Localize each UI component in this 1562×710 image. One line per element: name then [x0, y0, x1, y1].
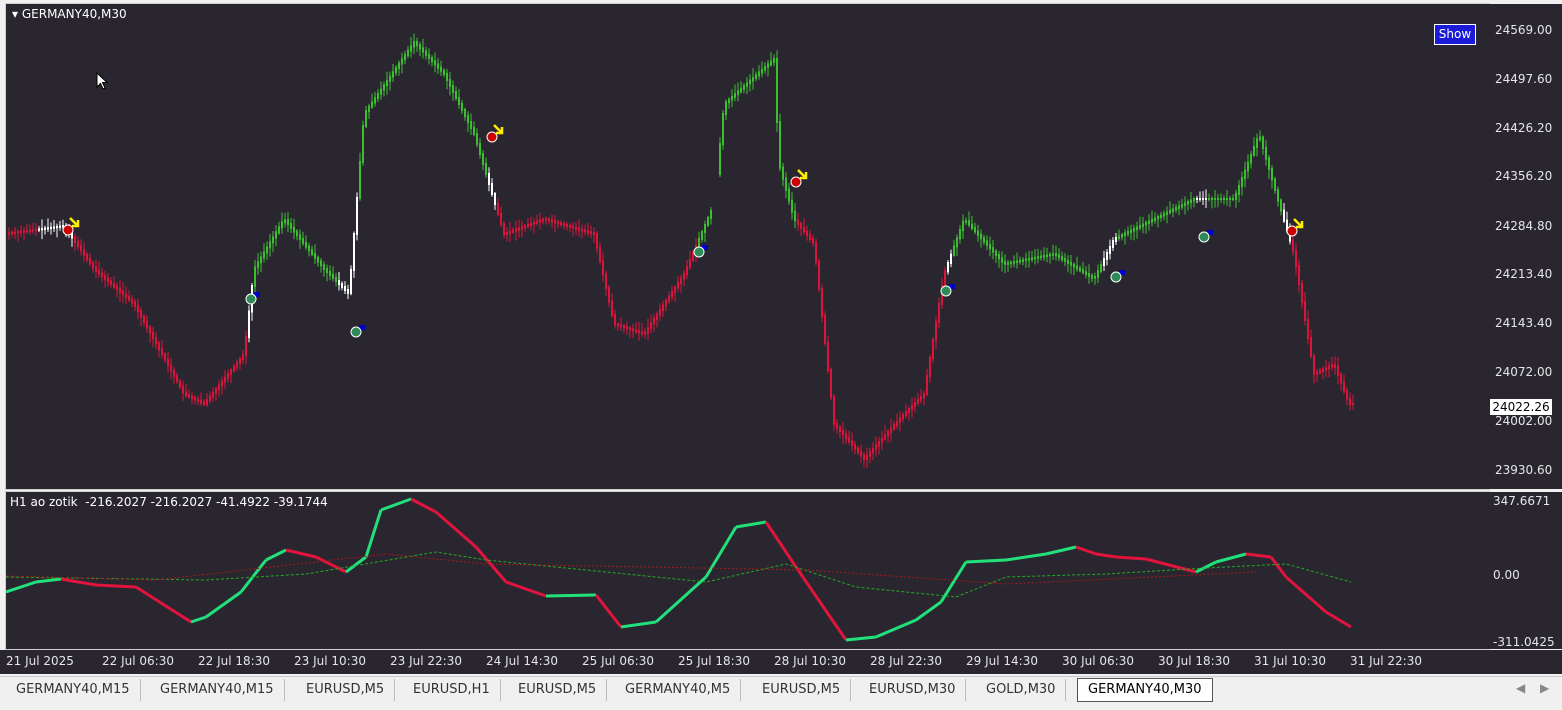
time-axis-label: 25 Jul 06:30	[582, 654, 654, 668]
symbol-title[interactable]: ▾ GERMANY40,M30	[12, 7, 127, 21]
tab-eurusd-m5[interactable]: EURUSD,M5	[296, 679, 396, 701]
sell-signal-icon	[486, 124, 504, 143]
oscillator-series	[6, 497, 1352, 642]
time-axis-label: 28 Jul 22:30	[870, 654, 942, 668]
price-axis-label: 24356.20	[1495, 169, 1553, 183]
current-price-label: 24022.26	[1490, 399, 1552, 415]
time-axis-label: 22 Jul 18:30	[198, 654, 270, 668]
indicator-axis[interactable]: 347.6671 0.00 -311.0425	[1489, 492, 1562, 649]
price-axis-label: 24213.40	[1495, 267, 1553, 281]
price-axis[interactable]: 24569.00 24497.60 24426.20 24356.20 2428…	[1489, 4, 1562, 489]
indicator-title: H1 ao zotik -216.2027 -216.2027 -41.4922…	[10, 495, 328, 509]
buy-signal-icon	[940, 284, 955, 297]
time-axis-label: 31 Jul 22:30	[1350, 654, 1422, 668]
candlestick-series	[8, 33, 1354, 468]
dropdown-triangle-icon[interactable]: ▾	[12, 7, 18, 21]
tab-germany40-m30[interactable]: GERMANY40,M30	[1077, 678, 1213, 702]
price-axis-label: 24284.80	[1495, 219, 1553, 233]
tab-germany40-m15[interactable]: GERMANY40,M15	[150, 679, 285, 701]
show-button[interactable]: Show	[1434, 24, 1476, 45]
symbol-label: GERMANY40,M30	[21, 7, 127, 21]
tab-germany40-m5[interactable]: GERMANY40,M5	[615, 679, 742, 701]
indicator-panel[interactable]: H1 ao zotik -216.2027 -216.2027 -41.4922…	[5, 491, 1490, 650]
tab-scroll-right-icon[interactable]: ▶	[1540, 681, 1549, 695]
price-axis-label: 24072.00	[1495, 365, 1553, 379]
tab-germany40-m15[interactable]: GERMANY40,M15	[6, 679, 141, 701]
indicator-axis-label: -311.0425	[1493, 635, 1555, 649]
time-axis-label: 31 Jul 10:30	[1254, 654, 1326, 668]
price-axis-label: 24143.40	[1495, 316, 1553, 330]
price-axis-label: 24569.00	[1495, 23, 1553, 37]
time-axis-label: 29 Jul 14:30	[966, 654, 1038, 668]
indicator-axis-label: 347.6671	[1493, 494, 1551, 508]
time-axis-label: 21 Jul 2025	[6, 654, 74, 668]
time-axis-label: 24 Jul 14:30	[486, 654, 558, 668]
tab-eurusd-m30[interactable]: EURUSD,M30	[859, 679, 967, 701]
indicator-axis-label: 0.00	[1493, 568, 1520, 582]
price-axis-label: 23930.60	[1495, 463, 1553, 477]
time-axis-label: 30 Jul 18:30	[1158, 654, 1230, 668]
sell-signal-icon	[790, 169, 808, 188]
time-axis-label: 23 Jul 10:30	[294, 654, 366, 668]
tab-gold-m30[interactable]: GOLD,M30	[976, 679, 1067, 701]
sell-signal-icon	[62, 217, 80, 236]
price-axis-label: 24497.60	[1495, 72, 1553, 86]
time-axis[interactable]: 21 Jul 2025 22 Jul 06:30 22 Jul 18:30 23…	[0, 650, 1562, 674]
chart-window[interactable]: ▾ GERMANY40,M30 Show 24569.00 24497.60 2…	[0, 0, 1562, 678]
chart-tab-bar: GERMANY40,M15 GERMANY40,M15 EURUSD,M5 EU…	[0, 676, 1562, 710]
time-axis-label: 30 Jul 06:30	[1062, 654, 1134, 668]
sell-signal-icon	[1286, 218, 1304, 237]
time-axis-label: 23 Jul 22:30	[390, 654, 462, 668]
time-axis-label: 28 Jul 10:30	[774, 654, 846, 668]
buy-signal-icon	[1110, 270, 1125, 283]
time-axis-label: 25 Jul 18:30	[678, 654, 750, 668]
price-chart[interactable]: ▾ GERMANY40,M30 Show	[5, 3, 1490, 490]
buy-signal-icon	[350, 325, 365, 338]
price-axis-label: 24426.20	[1495, 121, 1553, 135]
buy-signal-icon	[1198, 230, 1213, 243]
tab-eurusd-h1[interactable]: EURUSD,H1	[403, 679, 501, 701]
tab-eurusd-m5[interactable]: EURUSD,M5	[752, 679, 852, 701]
time-axis-label: 22 Jul 06:30	[102, 654, 174, 668]
tab-eurusd-m5[interactable]: EURUSD,M5	[508, 679, 608, 701]
price-axis-label: 24002.00	[1495, 414, 1553, 428]
mouse-cursor-icon	[96, 72, 109, 90]
tab-scroll-left-icon[interactable]: ◀	[1516, 681, 1525, 695]
